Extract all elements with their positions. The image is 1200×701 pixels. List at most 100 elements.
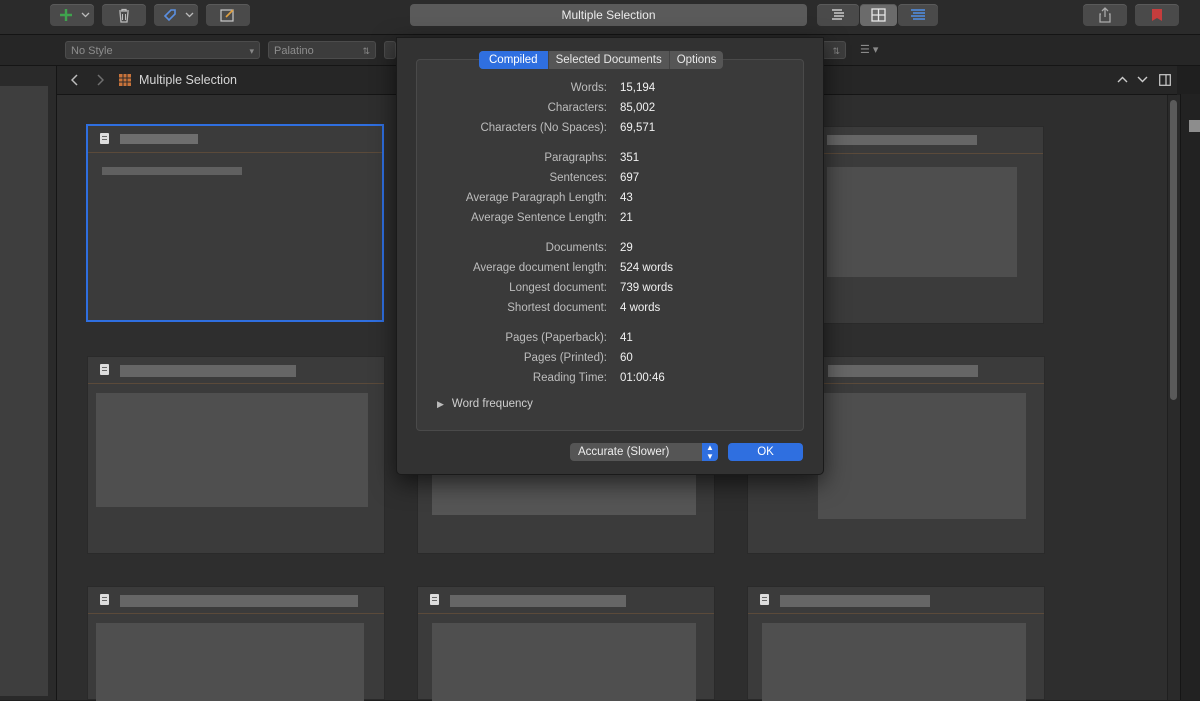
card-text-redacted xyxy=(432,623,696,701)
stat-value: 29 xyxy=(620,242,633,254)
word-frequency-label: Word frequency xyxy=(451,398,533,410)
stat-label: Documents: xyxy=(545,242,607,254)
index-card[interactable] xyxy=(87,356,385,554)
stat-value: 524 words xyxy=(620,262,674,274)
tag-icon xyxy=(163,9,176,22)
index-card[interactable] xyxy=(86,124,384,322)
stat-label: Paragraphs: xyxy=(544,152,607,164)
card-title-redacted xyxy=(120,365,296,377)
compose-icon xyxy=(220,9,234,22)
scrivenings-view-button[interactable] xyxy=(898,4,938,26)
inspector-blurred-label xyxy=(1189,120,1200,132)
ok-button[interactable]: OK xyxy=(728,443,803,461)
stat-label: Pages (Printed): xyxy=(523,352,607,364)
chevron-down-icon[interactable] xyxy=(1137,76,1148,83)
trash-button[interactable] xyxy=(102,4,146,26)
updown-icon: ⇅ xyxy=(832,46,840,56)
card-title-redacted xyxy=(827,135,977,145)
stat-row: Reading Time: 01:00:46 xyxy=(417,369,803,387)
chevron-down-icon xyxy=(81,12,90,18)
stat-label: Sentences: xyxy=(549,172,607,184)
updown-icon: ▲ ▼ xyxy=(702,443,718,461)
list-format-icon[interactable]: ☰ ▾ xyxy=(860,43,878,56)
index-card[interactable] xyxy=(417,586,715,701)
outline-icon xyxy=(832,9,844,20)
stat-label: Characters: xyxy=(547,102,607,114)
plus-icon xyxy=(60,9,72,21)
edit-button[interactable] xyxy=(206,4,250,26)
word-frequency-disclosure[interactable]: ▶ Word frequency xyxy=(437,398,533,410)
outline-view-button[interactable] xyxy=(817,4,859,26)
stat-label: Shortest document: xyxy=(507,302,607,314)
index-card[interactable] xyxy=(87,586,385,701)
scrollbar-thumb[interactable] xyxy=(1170,100,1177,400)
bookmark-icon xyxy=(1152,9,1162,21)
document-icon xyxy=(100,364,109,375)
corkboard-view-button[interactable] xyxy=(860,4,897,26)
card-title-redacted xyxy=(780,595,930,607)
stat-label: Average document length: xyxy=(472,262,607,274)
stat-value: 60 xyxy=(620,352,633,364)
card-title-redacted xyxy=(120,134,198,144)
stat-label: Words: xyxy=(570,82,607,94)
chevron-up-icon[interactable] xyxy=(1117,76,1128,83)
stat-value: 85,002 xyxy=(620,102,656,114)
tag-button[interactable] xyxy=(154,4,198,26)
card-text-redacted xyxy=(96,393,368,507)
stat-value: 15,194 xyxy=(620,82,656,94)
chevron-down-icon xyxy=(185,12,194,18)
back-icon[interactable] xyxy=(71,74,79,86)
stat-value: 41 xyxy=(620,332,633,344)
document-icon xyxy=(430,594,439,605)
stat-row: Paragraphs: 351 xyxy=(417,149,803,167)
list-icon xyxy=(911,9,925,20)
card-header xyxy=(88,587,384,614)
stat-label: Average Paragraph Length: xyxy=(465,192,607,204)
window-title: Multiple Selection xyxy=(410,4,807,26)
card-title-redacted xyxy=(450,595,626,607)
stat-row: Longest document: 739 words xyxy=(417,279,803,297)
card-text-redacted xyxy=(432,475,696,515)
card-text-redacted xyxy=(827,167,1017,277)
accuracy-select[interactable]: Accurate (Slower) ▲ ▼ xyxy=(570,443,718,461)
stat-label: Longest document: xyxy=(509,282,607,294)
size-select[interactable] xyxy=(384,41,396,59)
disclosure-triangle-icon: ▶ xyxy=(437,399,444,409)
stat-value: 4 words xyxy=(620,302,661,314)
document-icon xyxy=(760,594,769,605)
forward-icon[interactable] xyxy=(96,74,104,86)
stat-label: Characters (No Spaces): xyxy=(480,122,607,134)
card-header xyxy=(88,357,384,384)
stat-value: 697 xyxy=(620,172,640,184)
document-icon xyxy=(100,133,109,144)
bookmark-button[interactable] xyxy=(1135,4,1179,26)
share-icon xyxy=(1099,7,1111,23)
tab-compiled[interactable]: Compiled xyxy=(479,51,549,69)
card-text-redacted xyxy=(96,623,364,701)
stat-row: Average Sentence Length: 21 xyxy=(417,209,803,227)
statistics-panel: Words: 15,194 Characters: 85,002 Characters … xyxy=(416,59,804,431)
spacing-select[interactable]: ⇅ xyxy=(822,41,846,59)
style-select[interactable]: No Style ▾ xyxy=(65,41,260,59)
chevron-down-icon: ▾ xyxy=(249,46,254,56)
stat-value: 69,571 xyxy=(620,122,656,134)
split-view-icon[interactable] xyxy=(1159,74,1171,86)
header-title: Multiple Selection xyxy=(139,73,237,87)
card-title-redacted xyxy=(828,365,978,377)
binder-sidebar[interactable] xyxy=(0,66,57,700)
card-text-redacted xyxy=(102,167,242,175)
stat-label: Reading Time: xyxy=(532,372,607,384)
stat-row: Average document length: 524 words xyxy=(417,259,803,277)
index-card[interactable] xyxy=(747,586,1045,701)
stat-value: 739 words xyxy=(620,282,674,294)
card-text-redacted xyxy=(818,393,1026,519)
stat-row: Words: 15,194 xyxy=(417,79,803,97)
accuracy-select-value: Accurate (Slower) xyxy=(578,446,670,458)
stat-row: Sentences: 697 xyxy=(417,169,803,187)
add-button[interactable] xyxy=(50,4,94,26)
tab-selected-documents[interactable]: Selected Documents xyxy=(549,51,670,69)
font-select[interactable]: Palatino ⇅ xyxy=(268,41,376,59)
tab-options[interactable]: Options xyxy=(670,51,724,69)
share-button[interactable] xyxy=(1083,4,1127,26)
toolbar: Multiple Selection xyxy=(0,0,1200,35)
